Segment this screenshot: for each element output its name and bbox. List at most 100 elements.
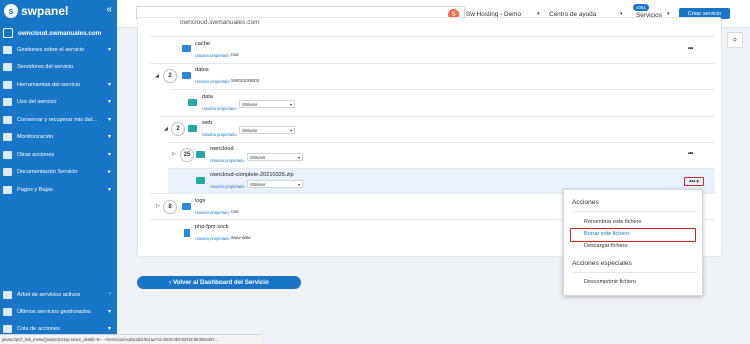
chevron-icon: ▾ (107, 187, 111, 193)
chevron-icon: ▾ (107, 47, 111, 53)
sidebar-item-label: Uso del servicio (17, 99, 57, 105)
list-item[interactable] (150, 63, 715, 89)
expand-triangle-icon[interactable]: ▷ (156, 203, 160, 209)
file-name: logs (195, 198, 206, 204)
chevron-icon: ▾ (107, 117, 111, 123)
item-count: 25 (180, 148, 194, 162)
sidebar-item-servidores[interactable]: Servidores del servicio (0, 59, 117, 75)
more-actions-icon[interactable]: ••• (688, 46, 693, 52)
collapse-triangle-icon[interactable]: ◢ (164, 126, 168, 132)
owner-value: root (231, 209, 239, 214)
sidebar-item-label: Árbol de servicios activos (17, 292, 81, 298)
owner-select[interactable]: SWuser ▾ (239, 126, 295, 134)
expand-triangle-icon[interactable]: ▷ (172, 151, 176, 157)
current-path: owncloud.swmanuales.com (180, 19, 260, 26)
file-name: owncloud-complete-20210326.zip (210, 172, 294, 178)
sidebar-item-label: Últimos servicios gestionados (17, 309, 91, 315)
sidebar-item-label: Monitorización (17, 134, 54, 140)
owner-select[interactable]: SWuser ▾ (247, 180, 303, 188)
owner-select-value: SWuser (242, 102, 258, 107)
divider (572, 272, 697, 273)
chevron-icon: ▾ (107, 309, 111, 315)
sidebar-item-label: Herramientas del servicio (17, 82, 81, 88)
web-folder-icon (196, 151, 205, 158)
owner-label: Usuario propietario (210, 184, 245, 189)
owner-select[interactable]: SWuser ▾ (247, 153, 303, 161)
owner-value: SW0220W002 (231, 78, 260, 83)
chevron-down-icon: ▾ (289, 102, 292, 107)
sidebar-item-documentacion[interactable]: Documentación Servicio ▸ (0, 164, 117, 180)
sidebar-item-otras-acciones[interactable]: Otras acciones ▾ (0, 147, 117, 163)
web-folder-icon (188, 125, 197, 132)
owner-label: Usuario propietario (195, 53, 230, 58)
service-domain[interactable]: owncloud.swmanuales.com (0, 25, 117, 41)
more-actions-icon[interactable]: ••• (688, 151, 693, 157)
sidebar-item-conservar[interactable]: Conservar y recuperar mis dat... ▾ (0, 112, 117, 128)
search-doc-icon[interactable]: ⌕ (727, 32, 743, 48)
owner-value: root (231, 52, 239, 57)
gear-icon (3, 46, 12, 54)
chevron-icon: › (109, 291, 111, 297)
owner-label: Usuario propietario (202, 132, 237, 137)
archive-icon (196, 177, 205, 184)
chevron-icon: ▾ (107, 99, 111, 105)
file-name: php-fpm.sock (195, 224, 229, 230)
server-icon (3, 28, 13, 38)
collapse-triangle-icon[interactable]: ◢ (155, 73, 159, 79)
more-actions-button[interactable]: ••• ▾ (684, 177, 704, 186)
chevron-down-icon: ▾ (297, 155, 300, 160)
chevron-icon: ▾ (107, 152, 111, 158)
monitor-icon (3, 133, 12, 141)
download-file-item[interactable]: Descargar fichero (584, 243, 627, 249)
sidebar-item-label: Pagos y Bajas (17, 187, 53, 193)
cart-icon (3, 186, 12, 194)
sidebar-item-ultimos[interactable]: Últimos servicios gestionados ▾ (0, 304, 117, 320)
web-folder-icon (188, 99, 197, 106)
sidebar: s swpanel « owncloud.swmanuales.com Gest… (0, 0, 117, 344)
more-actions-icon: ••• (689, 178, 696, 185)
chevron-icon: ▾ (107, 134, 111, 140)
sidebar-item-arbol[interactable]: Árbol de servicios activos › (0, 287, 117, 303)
chart-icon (3, 98, 12, 106)
menu-heading-actions: Acciones (572, 199, 599, 206)
queue-icon (3, 325, 12, 333)
item-count: 2 (163, 69, 177, 83)
owner-select-value: SWuser (250, 155, 266, 160)
sidebar-item-uso[interactable]: Uso del servicio ▾ (0, 94, 117, 110)
file-name: web (202, 120, 213, 126)
file-name: owncloud (210, 146, 234, 152)
owner-label: Usuario propietario (210, 158, 245, 163)
file-name: data (202, 94, 213, 100)
file-name: cache (195, 41, 210, 47)
sidebar-item-label: Cola de acciones (17, 326, 60, 332)
logo-text: swpanel (21, 4, 69, 18)
back-to-dashboard-button[interactable]: ‹ Volver al Dashboard del Servicio (137, 276, 301, 289)
sidebar-item-monitorizacion[interactable]: Monitorización ▾ (0, 129, 117, 145)
chevron-icon: ▾ (107, 326, 111, 332)
sidebar-item-label: Servidores del servicio (17, 64, 74, 70)
owner-select-value: SWuser (242, 128, 258, 133)
item-count: 2 (171, 122, 185, 136)
logo[interactable]: s swpanel (0, 0, 117, 22)
chevron-down-icon: ▾ (696, 178, 699, 185)
item-count: 8 (163, 200, 177, 214)
list-item[interactable] (150, 36, 715, 62)
collapse-sidebar-icon[interactable]: « (106, 4, 112, 15)
rename-file-item[interactable]: Renombrar este fichero (584, 219, 641, 225)
owner-label: Usuario propietario (195, 210, 230, 215)
document-icon (3, 168, 12, 176)
sidebar-item-herramientas[interactable]: Herramientas del servicio ▾ (0, 77, 117, 93)
decompress-file-item[interactable]: Descomprimir fichero (584, 279, 636, 285)
sidebar-item-gestiones[interactable]: Gestiones sobre el servicio ▾ (0, 42, 117, 58)
status-url: javascript:if_link_menu('javascript:top.… (0, 334, 262, 344)
sidebar-item-pagos[interactable]: Pagos y Bajas ▾ (0, 182, 117, 198)
owner-value: www-data (231, 235, 251, 240)
divider (572, 211, 697, 212)
sidebar-item-label: Otras acciones (17, 152, 55, 158)
chevron-icon: ▸ (107, 169, 111, 175)
delete-file-item[interactable]: Borrar este fichero (584, 231, 629, 237)
owner-label: Usuario propietario (195, 236, 230, 241)
owner-select[interactable]: SWuser ▾ (239, 100, 295, 108)
file-icon (184, 229, 190, 237)
chevron-down-icon: ▾ (297, 182, 300, 187)
